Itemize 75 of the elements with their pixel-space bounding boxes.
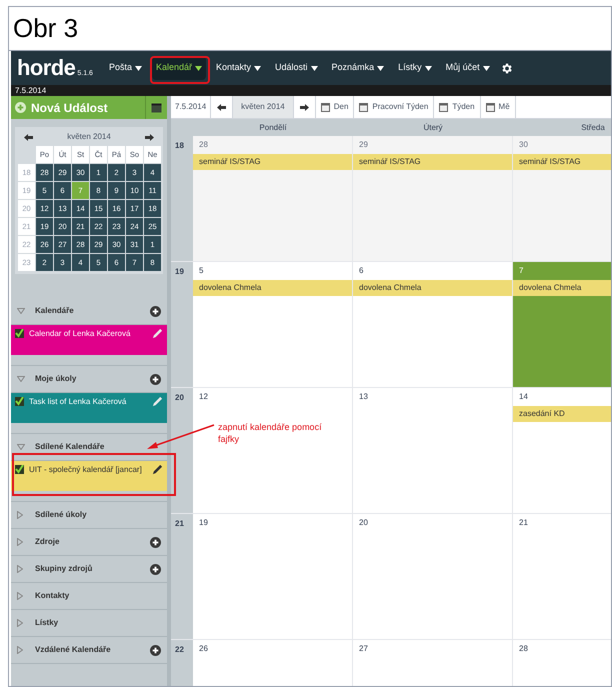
- view-button[interactable]: Pracovní Týden: [354, 96, 434, 118]
- column-header: Pondělí: [258, 122, 288, 134]
- event-item[interactable]: zasedání KD: [513, 406, 611, 422]
- day-number: 19: [198, 517, 209, 529]
- day-cell[interactable]: 7 dovolena Chmela: [513, 262, 611, 387]
- event-item[interactable]: dovolena Chmela: [513, 280, 611, 296]
- menu-item[interactable]: Kontakty: [212, 56, 266, 80]
- today-button[interactable]: 7.5.2014: [171, 96, 212, 118]
- day-cell[interactable]: 14 zasedání KD: [513, 388, 611, 513]
- day-number: 30: [518, 139, 529, 151]
- calendar-list-item[interactable]: Task list of Lenka Kačerová: [11, 393, 167, 423]
- period-button[interactable]: květen 2014: [233, 96, 294, 118]
- event-item[interactable]: dovolena Chmela: [193, 280, 352, 296]
- logo-text: horde: [17, 57, 76, 79]
- day-cell[interactable]: 30 seminář IS/STAG: [513, 136, 611, 261]
- calendar-list-item[interactable]: UIT - společný kalendář [jancar]: [11, 461, 167, 491]
- menu-item[interactable]: Události: [271, 56, 322, 80]
- current-date: 7.5.2014: [15, 86, 46, 94]
- column-header: Středa: [580, 122, 606, 134]
- day-number: 12: [198, 391, 209, 403]
- menu-item[interactable]: Lístky: [394, 56, 436, 80]
- day-number: 6: [358, 265, 364, 277]
- annotation-note: zapnutí kalendáře pomocí fajfky: [218, 421, 323, 445]
- view-button[interactable]: Mě: [480, 96, 516, 118]
- section-header[interactable]: Sdílené Kalendáře: [35, 441, 161, 453]
- day-number: 28: [198, 139, 209, 151]
- section-header[interactable]: Moje úkoly: [35, 373, 150, 385]
- day-number: 29: [358, 139, 369, 151]
- menu-item[interactable]: Poznámka: [328, 56, 388, 80]
- day-cell[interactable]: 6 dovolena Chmela: [353, 262, 513, 387]
- view-button[interactable]: Týden: [434, 96, 481, 118]
- event-item[interactable]: seminář IS/STAG: [513, 154, 611, 170]
- day-number: 14: [518, 391, 529, 403]
- month-title: květen 2014: [67, 131, 111, 143]
- day-number: 21: [518, 517, 529, 529]
- day-cell[interactable]: 5 dovolena Chmela: [193, 262, 353, 387]
- day-cell[interactable]: 26: [193, 640, 353, 686]
- day-cell[interactable]: 29 seminář IS/STAG: [353, 136, 513, 261]
- week-number: 19: [171, 262, 193, 387]
- section-header[interactable]: Vzdálené Kalendáře: [35, 644, 150, 656]
- calendar-name: UIT - společný kalendář [jancar]: [29, 464, 143, 475]
- column-header: Úterý: [422, 122, 444, 134]
- section-header[interactable]: Lístky: [35, 617, 161, 629]
- section-header[interactable]: Kontakty: [35, 590, 161, 602]
- day-cell[interactable]: 13: [353, 388, 513, 513]
- day-number: 20: [358, 517, 369, 529]
- day-cell[interactable]: 20: [353, 514, 513, 639]
- calendar-name: Calendar of Lenka Kačerová: [29, 328, 132, 339]
- day-cell[interactable]: 28 seminář IS/STAG: [193, 136, 353, 261]
- section-header[interactable]: Zdroje: [35, 536, 150, 548]
- section-header[interactable]: Sdílené úkoly: [35, 509, 161, 521]
- section-header[interactable]: Skupiny zdrojů: [35, 563, 150, 575]
- event-item[interactable]: seminář IS/STAG: [193, 154, 352, 170]
- calendar-list-item[interactable]: Calendar of Lenka Kačerová: [11, 325, 167, 355]
- day-cell[interactable]: 21: [513, 514, 611, 639]
- day-number: 27: [358, 643, 369, 655]
- week-number: 20: [171, 388, 193, 513]
- week-number: 18: [171, 136, 193, 261]
- section-header[interactable]: Kalendáře: [35, 305, 150, 317]
- view-button[interactable]: Den: [316, 96, 354, 118]
- event-item[interactable]: dovolena Chmela: [353, 280, 512, 296]
- event-item[interactable]: seminář IS/STAG: [353, 154, 512, 170]
- day-number: 5: [198, 265, 204, 277]
- day-cell[interactable]: 19: [193, 514, 353, 639]
- day-number: 13: [358, 391, 369, 403]
- menu-item[interactable]: Pošta: [104, 56, 146, 80]
- day-cell[interactable]: 28: [513, 640, 611, 686]
- menu-item[interactable]: Můj účet: [442, 56, 494, 80]
- menu-item[interactable]: Kalendář: [152, 56, 206, 80]
- week-number: 21: [171, 514, 193, 639]
- day-cell[interactable]: 27: [353, 640, 513, 686]
- day-number: 28: [518, 643, 529, 655]
- day-number: 26: [198, 643, 209, 655]
- calendar-name: Task list of Lenka Kačerová: [29, 396, 128, 407]
- week-number: 22: [171, 640, 193, 686]
